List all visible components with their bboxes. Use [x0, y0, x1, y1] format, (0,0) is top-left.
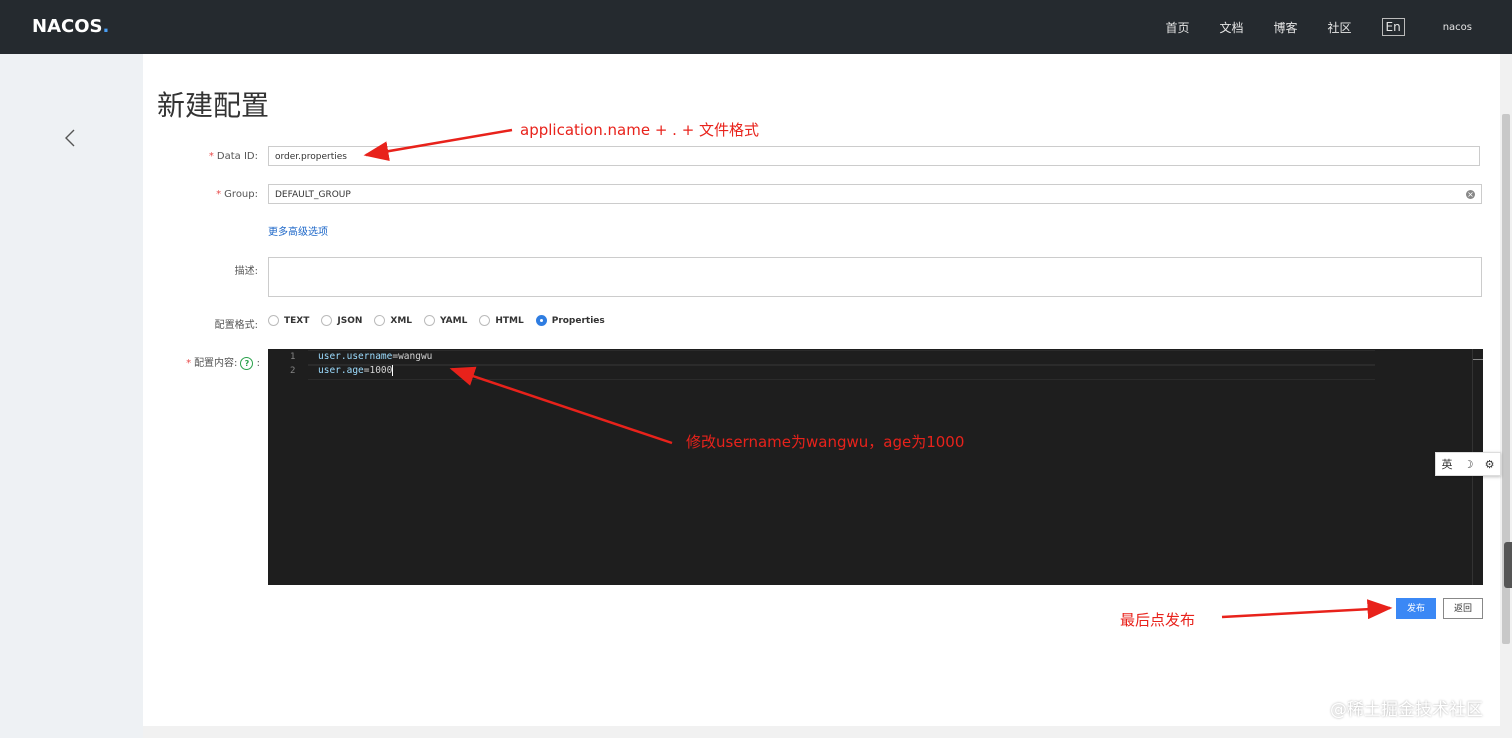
- ime-moon-icon[interactable]: ☽: [1464, 458, 1474, 471]
- ime-settings-icon[interactable]: ⚙: [1485, 458, 1495, 471]
- radio-circle[interactable]: [268, 315, 279, 326]
- top-navbar: NACOS. 首页 文档 博客 社区 En nacos: [0, 0, 1512, 54]
- required-mark: *: [216, 189, 222, 200]
- code-value: =1000: [363, 365, 393, 376]
- format-label: 配置格式:: [214, 320, 258, 331]
- radio-properties[interactable]: Properties: [535, 315, 605, 326]
- description-textarea[interactable]: [268, 257, 1482, 297]
- radio-circle[interactable]: [479, 315, 491, 326]
- ime-lang-icon[interactable]: 英: [1442, 456, 1453, 472]
- required-mark: *: [208, 151, 214, 162]
- radio-label: XML: [390, 315, 413, 326]
- radio-xml[interactable]: XML: [374, 315, 412, 326]
- logo-text-right: OS: [74, 16, 103, 37]
- more-advanced-options-link[interactable]: 更多高级选项: [268, 223, 328, 238]
- nav-item-community[interactable]: 社区: [1328, 19, 1352, 36]
- logo-dot: .: [102, 16, 110, 37]
- label-colon: :: [256, 358, 260, 369]
- user-menu[interactable]: nacos: [1443, 22, 1472, 33]
- nav-item-blog[interactable]: 博客: [1273, 19, 1297, 36]
- language-switch[interactable]: En: [1381, 18, 1405, 36]
- code-editor[interactable]: 1 2 user.username=wangwu user.age=1000: [268, 349, 1483, 585]
- format-radio-group: TEXT JSON XML YAML HTML Properties: [268, 315, 617, 326]
- group-input[interactable]: DEFAULT_GROUP ×: [268, 184, 1482, 204]
- radio-text[interactable]: TEXT: [268, 315, 309, 326]
- logo-text-mid: C: [61, 16, 75, 37]
- left-panel: [0, 54, 143, 738]
- content-label-text: 配置内容:: [194, 358, 238, 369]
- line-number: 1: [290, 352, 296, 362]
- radio-circle-checked[interactable]: [535, 315, 547, 326]
- radio-yaml[interactable]: YAML: [424, 315, 467, 326]
- minimap-marker: [1473, 359, 1483, 360]
- back-button[interactable]: 返回: [1443, 598, 1483, 619]
- editor-gutter: [268, 349, 308, 585]
- radio-label: TEXT: [284, 315, 310, 326]
- group-label: * Group:: [138, 189, 258, 200]
- back-arrow-icon[interactable]: [60, 126, 80, 150]
- side-widget[interactable]: [1504, 542, 1512, 588]
- radio-html[interactable]: HTML: [479, 315, 524, 326]
- description-label: 描述:: [234, 266, 258, 277]
- nav-item-docs[interactable]: 文档: [1219, 19, 1243, 36]
- group-label-text: Group:: [224, 189, 258, 200]
- radio-circle[interactable]: [424, 315, 436, 326]
- radio-circle[interactable]: [374, 315, 386, 326]
- publish-button[interactable]: 发布: [1396, 598, 1436, 619]
- code-value: =wangwu: [392, 351, 433, 362]
- page-title: 新建配置: [157, 89, 270, 122]
- code-line[interactable]: user.age=1000: [318, 365, 394, 376]
- line-number: 2: [290, 366, 296, 376]
- text-cursor: [392, 365, 394, 376]
- radio-circle[interactable]: [321, 315, 333, 326]
- code-line[interactable]: user.username=wangwu: [318, 351, 432, 362]
- content-label: * 配置内容:? :: [140, 354, 260, 370]
- line-highlight: [308, 364, 1375, 380]
- clear-icon[interactable]: ×: [1466, 190, 1475, 199]
- code-key: user.age: [318, 365, 364, 376]
- code-key: user.username: [318, 351, 393, 362]
- horizontal-scrollbar[interactable]: [143, 726, 1512, 738]
- radio-label: Properties: [551, 315, 605, 326]
- ime-toolbar[interactable]: 英 ☽ ⚙: [1435, 452, 1501, 476]
- data-id-label-text: Data ID:: [216, 151, 258, 162]
- radio-label: YAML: [440, 315, 468, 326]
- arrow-to-publish: [1221, 599, 1393, 620]
- annotation-data-id: application.name + . + 文件格式: [520, 121, 760, 139]
- radio-label: JSON: [337, 315, 363, 326]
- radio-json[interactable]: JSON: [321, 315, 362, 326]
- data-id-input[interactable]: order.properties: [268, 146, 1480, 166]
- radio-label: HTML: [495, 315, 524, 326]
- vertical-scrollbar[interactable]: [1500, 54, 1512, 726]
- data-id-label: * Data ID:: [138, 151, 258, 162]
- annotation-editor: 修改username为wangwu，age为1000: [686, 433, 965, 451]
- group-value: DEFAULT_GROUP: [275, 190, 351, 200]
- annotation-publish: 最后点发布: [1120, 611, 1196, 629]
- help-icon[interactable]: ?: [240, 357, 254, 370]
- required-mark: *: [186, 358, 192, 369]
- watermark: @稀土掘金技术社区: [1330, 700, 1483, 720]
- logo-text-left: NA: [32, 16, 61, 37]
- nav-item-home[interactable]: 首页: [1165, 19, 1189, 36]
- nacos-logo[interactable]: NACOS.: [32, 16, 109, 37]
- nav-menu: 首页 文档 博客 社区 En nacos: [1135, 0, 1472, 54]
